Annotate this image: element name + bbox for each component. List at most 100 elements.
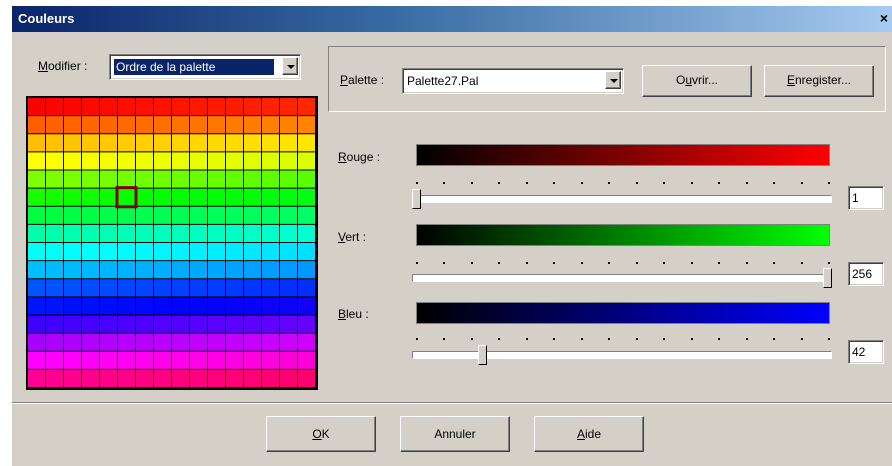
palette-swatch[interactable] (64, 206, 81, 224)
palette-swatch[interactable] (136, 98, 153, 116)
palette-swatch[interactable] (28, 188, 45, 206)
palette-swatch[interactable] (208, 279, 225, 297)
palette-swatch[interactable] (100, 333, 117, 351)
palette-swatch[interactable] (298, 351, 315, 369)
green-slider-track[interactable] (412, 274, 832, 282)
palette-swatch[interactable] (244, 116, 261, 134)
palette-swatch[interactable] (172, 170, 189, 188)
palette-swatch[interactable] (298, 188, 315, 206)
palette-swatch[interactable] (100, 279, 117, 297)
palette-swatch[interactable] (208, 297, 225, 315)
palette-swatch[interactable] (208, 188, 225, 206)
palette-swatch[interactable] (190, 224, 207, 243)
palette-swatch[interactable] (226, 170, 243, 188)
palette-swatch[interactable] (262, 152, 279, 170)
palette-swatch[interactable] (208, 333, 225, 351)
palette-swatch[interactable] (280, 98, 297, 116)
palette-swatch[interactable] (172, 261, 189, 279)
palette-swatch[interactable] (136, 333, 153, 351)
palette-swatch[interactable] (100, 98, 117, 116)
red-slider-track[interactable] (412, 195, 832, 203)
palette-swatch[interactable] (46, 152, 63, 170)
palette-swatch[interactable] (28, 315, 45, 333)
palette-swatch[interactable] (172, 188, 189, 206)
chevron-down-icon[interactable] (605, 71, 621, 89)
palette-swatch[interactable] (244, 279, 261, 297)
palette-swatch[interactable] (136, 369, 153, 388)
palette-swatch[interactable] (118, 170, 135, 188)
palette-swatch[interactable] (118, 261, 135, 279)
palette-swatch[interactable] (190, 170, 207, 188)
palette-swatch[interactable] (64, 170, 81, 188)
palette-swatch[interactable] (64, 351, 81, 369)
palette-swatch[interactable] (100, 134, 117, 152)
palette-swatch[interactable] (280, 315, 297, 333)
palette-swatch[interactable] (190, 134, 207, 152)
palette-swatch[interactable] (82, 351, 99, 369)
palette-swatch[interactable] (172, 315, 189, 333)
palette-swatch[interactable] (226, 206, 243, 224)
palette-swatch[interactable] (298, 369, 315, 388)
palette-swatch[interactable] (190, 188, 207, 206)
palette-swatch[interactable] (154, 170, 171, 188)
palette-swatch[interactable] (244, 134, 261, 152)
palette-swatch[interactable] (46, 188, 63, 206)
palette-swatch[interactable] (244, 297, 261, 315)
palette-swatch[interactable] (64, 297, 81, 315)
palette-swatch[interactable] (262, 98, 279, 116)
palette-swatch[interactable] (298, 134, 315, 152)
palette-swatch[interactable] (64, 188, 81, 206)
palette-swatch[interactable] (244, 206, 261, 224)
palette-swatch[interactable] (262, 188, 279, 206)
palette-swatch[interactable] (280, 116, 297, 134)
palette-swatch[interactable] (226, 333, 243, 351)
palette-swatch[interactable] (298, 98, 315, 116)
palette-swatch[interactable] (100, 261, 117, 279)
palette-swatch[interactable] (82, 315, 99, 333)
palette-swatch[interactable] (100, 188, 117, 206)
palette-swatch[interactable] (28, 152, 45, 170)
palette-swatch[interactable] (46, 98, 63, 116)
palette-swatch[interactable] (262, 333, 279, 351)
palette-swatch[interactable] (118, 315, 135, 333)
palette-swatch[interactable] (100, 315, 117, 333)
palette-swatch[interactable] (46, 261, 63, 279)
palette-swatch[interactable] (226, 224, 243, 243)
palette-swatch[interactable] (244, 188, 261, 206)
palette-swatch[interactable] (154, 297, 171, 315)
palette-swatch[interactable] (64, 369, 81, 388)
palette-swatch[interactable] (208, 243, 225, 261)
green-slider-thumb[interactable] (823, 268, 832, 288)
palette-swatch[interactable] (100, 152, 117, 170)
palette-swatch[interactable] (172, 333, 189, 351)
palette-swatch[interactable] (136, 116, 153, 134)
palette-swatch[interactable] (136, 152, 153, 170)
palette-swatch[interactable] (154, 315, 171, 333)
palette-swatch[interactable] (154, 98, 171, 116)
palette-swatch[interactable] (280, 279, 297, 297)
palette-swatch[interactable] (100, 297, 117, 315)
palette-swatch[interactable] (46, 351, 63, 369)
palette-swatch[interactable] (136, 188, 153, 206)
palette-swatch[interactable] (154, 333, 171, 351)
palette-swatch[interactable] (244, 261, 261, 279)
palette-swatch[interactable] (118, 224, 135, 243)
palette-swatch[interactable] (82, 261, 99, 279)
palette-swatch[interactable] (190, 279, 207, 297)
palette-swatch[interactable] (100, 351, 117, 369)
palette-swatch[interactable] (280, 170, 297, 188)
palette-swatch[interactable] (82, 243, 99, 261)
palette-swatch[interactable] (190, 351, 207, 369)
palette-swatch[interactable] (208, 170, 225, 188)
close-icon[interactable]: × (874, 8, 892, 28)
palette-swatch[interactable] (190, 98, 207, 116)
palette-swatch[interactable] (262, 315, 279, 333)
palette-swatch[interactable] (298, 224, 315, 243)
palette-swatch[interactable] (118, 98, 135, 116)
palette-swatch[interactable] (190, 152, 207, 170)
palette-swatch[interactable] (262, 369, 279, 388)
palette-swatch[interactable] (172, 116, 189, 134)
palette-swatch[interactable] (190, 369, 207, 388)
palette-swatch[interactable] (64, 152, 81, 170)
palette-swatch[interactable] (28, 116, 45, 134)
